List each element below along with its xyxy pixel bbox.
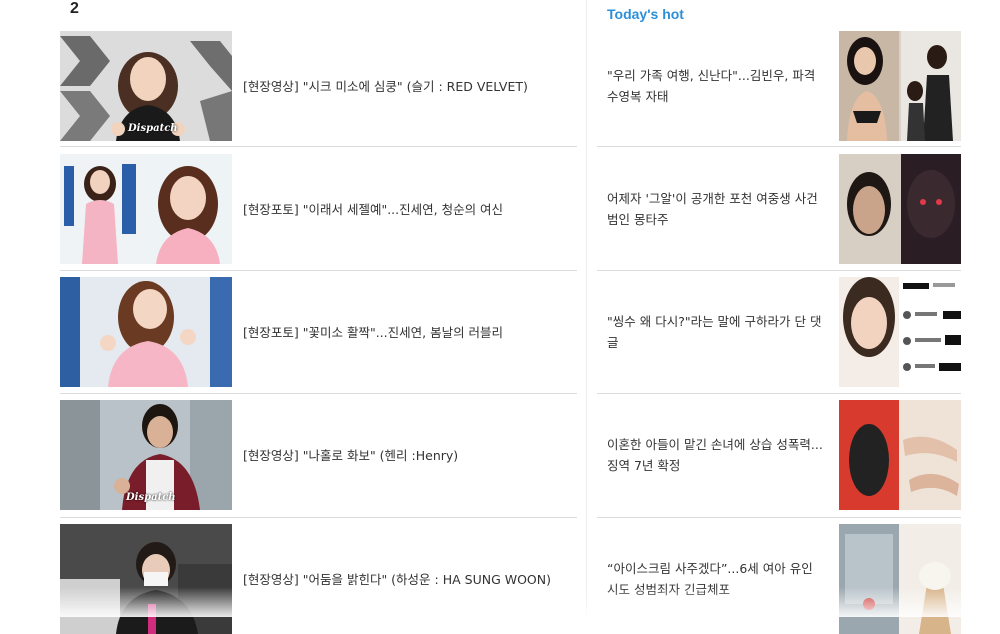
divider: [597, 146, 961, 147]
column-divider: [586, 0, 587, 617]
hot-thumbnail[interactable]: [839, 31, 961, 141]
hot-item[interactable]: "우리 가족 여행, 신난다"...김빈우, 파격 수영복 자태: [597, 31, 961, 141]
hot-thumbnail[interactable]: [839, 154, 961, 264]
dispatch-logo: Dispatch: [128, 123, 178, 134]
page-number: 2: [70, 0, 79, 17]
hot-title[interactable]: "우리 가족 여행, 신난다"...김빈우, 파격 수영복 자태: [607, 65, 827, 107]
dispatch-logo: Dispatch: [126, 492, 176, 503]
hot-item[interactable]: 이혼한 아들이 맡긴 손녀에 상습 성폭력... 징역 7년 확정: [597, 400, 961, 510]
news-title[interactable]: [현장영상] "시크 미소에 심쿵" (슬기 : RED VELVET): [243, 76, 528, 97]
hot-item[interactable]: 어제자 '그알'이 공개한 포천 여중생 사건 범인 몽타주: [597, 154, 961, 264]
news-item[interactable]: Dispatch [현장영상] "나홀로 화보" (헨리 :Henry): [60, 400, 577, 510]
news-item[interactable]: [현장영상] "어둠을 밝힌다" (하성운 : HA SUNG WOON): [60, 524, 577, 634]
divider: [60, 393, 577, 394]
news-thumbnail[interactable]: Dispatch: [60, 31, 232, 141]
todays-hot-heading: Today's hot: [607, 6, 684, 22]
hot-thumbnail[interactable]: [839, 277, 961, 387]
hot-thumbnail[interactable]: [839, 524, 961, 634]
divider: [60, 517, 577, 518]
news-item[interactable]: Dispatch [현장영상] "시크 미소에 심쿵" (슬기 : RED VE…: [60, 31, 577, 141]
divider: [60, 146, 577, 147]
hot-title[interactable]: "씽수 왜 다시?"라는 말에 구하라가 단 댓글: [607, 311, 827, 353]
news-thumbnail[interactable]: [60, 524, 232, 634]
hot-title[interactable]: “아이스크림 사주겠다”...6세 여아 유인 시도 성범죄자 긴급체포: [607, 558, 827, 600]
hot-item[interactable]: “아이스크림 사주겠다”...6세 여아 유인 시도 성범죄자 긴급체포: [597, 524, 961, 634]
news-item[interactable]: [현장포토] "이래서 세젤예"...진세연, 청순의 여신: [60, 154, 577, 264]
divider: [597, 270, 961, 271]
news-item[interactable]: [현장포토] "꽃미소 활짝"...진세연, 봄날의 러블리: [60, 277, 577, 387]
divider: [597, 517, 961, 518]
divider: [60, 270, 577, 271]
news-thumbnail[interactable]: Dispatch: [60, 400, 232, 510]
news-title[interactable]: [현장포토] "꽃미소 활짝"...진세연, 봄날의 러블리: [243, 322, 503, 343]
news-title[interactable]: [현장포토] "이래서 세젤예"...진세연, 청순의 여신: [243, 199, 503, 220]
news-thumbnail[interactable]: [60, 277, 232, 387]
hot-item[interactable]: "씽수 왜 다시?"라는 말에 구하라가 단 댓글: [597, 277, 961, 387]
news-title[interactable]: [현장영상] "어둠을 밝힌다" (하성운 : HA SUNG WOON): [243, 569, 551, 590]
hot-title[interactable]: 어제자 '그알'이 공개한 포천 여중생 사건 범인 몽타주: [607, 188, 827, 230]
news-title[interactable]: [현장영상] "나홀로 화보" (헨리 :Henry): [243, 445, 458, 466]
divider: [597, 393, 961, 394]
news-thumbnail[interactable]: [60, 154, 232, 264]
hot-thumbnail[interactable]: [839, 400, 961, 510]
hot-title[interactable]: 이혼한 아들이 맡긴 손녀에 상습 성폭력... 징역 7년 확정: [607, 434, 827, 476]
